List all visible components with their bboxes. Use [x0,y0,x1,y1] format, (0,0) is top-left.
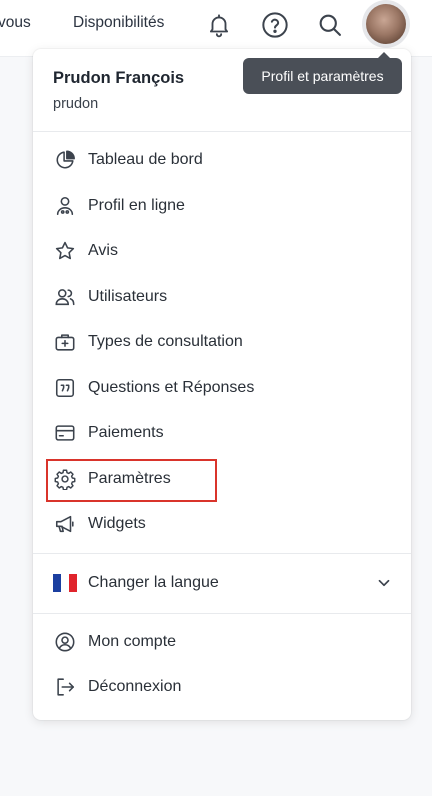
profile-avatar-button[interactable] [362,0,410,48]
megaphone-icon [53,512,77,536]
credit-card-icon [53,421,77,445]
star-icon [53,239,77,263]
user-full-name: Prudon François [53,69,185,87]
menu-item-widgets[interactable]: Widgets [53,507,393,541]
divider [33,131,411,132]
divider [33,613,411,614]
menu-item-label: Questions et Réponses [88,379,255,396]
language-selector[interactable]: Changer la langue [53,566,393,600]
menu-item-utilisateurs[interactable]: Utilisateurs [53,280,393,314]
menu-item-label: Widgets [88,515,146,532]
quote-icon [53,376,77,400]
menu-item-paiements[interactable]: Paiements [53,416,393,450]
menu-item-label: Paramètres [88,470,171,487]
divider [33,553,411,554]
menu-item-label: Profil en ligne [88,197,185,214]
gear-icon [53,467,77,491]
menu-item-avis[interactable]: Avis [53,234,393,268]
avatar [366,4,406,44]
menu-item-label: Types de consultation [88,333,243,350]
menu-item-profil-en-ligne[interactable]: Profil en ligne [53,189,393,223]
user-circle-icon [53,630,77,654]
menu-item-label: Utilisateurs [88,288,168,305]
menu-item-deconnexion[interactable]: Déconnexion [53,670,393,704]
user-info: Prudon François prudon [53,69,184,112]
logout-icon [53,675,77,699]
notifications-bell-icon[interactable] [202,8,236,42]
menu-item-types-de-consultation[interactable]: Types de consultation [53,325,393,359]
help-icon[interactable] [258,8,292,42]
menu-item-parametres[interactable]: Paramètres [53,462,393,496]
users-icon [53,285,77,309]
profile-tooltip: Profil et paramètres [243,52,402,94]
medical-kit-icon [53,330,77,354]
menu-item-label: Déconnexion [88,678,182,695]
nav-link-disponibilites[interactable]: Disponibilités [73,14,164,32]
language-label: Changer la langue [88,574,219,591]
menu-item-label: Avis [88,242,118,259]
user-username: prudon [53,96,99,112]
pie-chart-icon [53,148,77,172]
menu-item-mon-compte[interactable]: Mon compte [53,625,393,659]
menu-item-label: Mon compte [88,633,177,650]
france-flag-icon [53,571,77,595]
search-icon[interactable] [313,8,347,42]
menu-item-questions-et-reponses[interactable]: Questions et Réponses [53,371,393,405]
chevron-down-icon [375,574,393,592]
menu-item-tableau-de-bord[interactable]: Tableau de bord [53,143,393,177]
profile-icon [53,194,77,218]
profile-dropdown-menu: Prudon François prudon Tableau de bord P… [33,49,411,720]
menu-item-label: Paiements [88,424,164,441]
menu-item-label: Tableau de bord [88,151,203,168]
nav-link-rendez-vous[interactable]: vous [0,14,31,32]
